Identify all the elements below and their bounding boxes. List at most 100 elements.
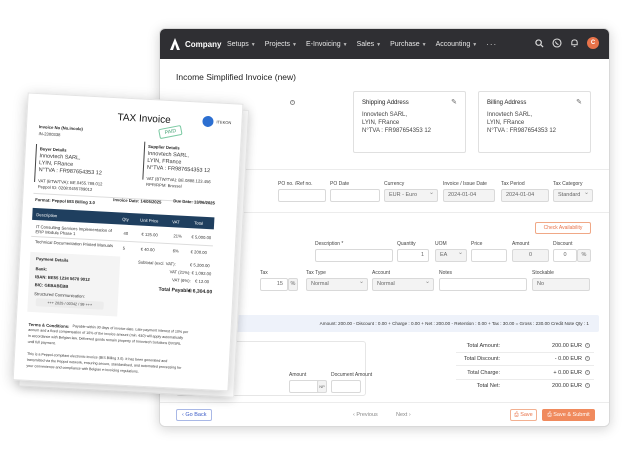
po-no-input[interactable] (278, 189, 326, 202)
nav-setups[interactable]: Setups ▼ (227, 41, 256, 48)
edit-pencil-icon[interactable]: ✎ (451, 98, 457, 106)
vat6-value: € 12.00 (194, 278, 210, 285)
total-discount-value: - 0.00 EUR (554, 356, 582, 362)
item-total: € 200.00 (190, 249, 208, 256)
divider (142, 141, 146, 180)
save-button[interactable]: ⎙ Save (510, 409, 537, 421)
check-availability-button[interactable]: Check Availability (535, 222, 591, 234)
col-total: Total (194, 220, 204, 226)
terms-line: until full payment. (27, 339, 56, 346)
stockable-label: Stockable (532, 270, 554, 276)
shipping-address-title: Shipping Address (362, 100, 409, 106)
supplier-details-label: Supplier Details (147, 143, 180, 151)
document-amount-input[interactable] (331, 380, 361, 393)
info-icon: i (585, 370, 590, 375)
amount-label: Amount (512, 241, 530, 247)
tax-input[interactable]: 15 (260, 278, 288, 291)
tax-type-select[interactable]: Normal (306, 278, 368, 291)
invoice-format: Format: Peppol BIS Billing 3.0 (35, 197, 95, 206)
chevron-down-icon: ▼ (472, 41, 478, 48)
document-amount-label: Document Amount (331, 372, 373, 378)
divider (456, 365, 594, 366)
invoice-date-input[interactable]: 2024-01-04 (443, 189, 495, 202)
uom-label: UOM (435, 241, 447, 247)
nav-e-invoicing[interactable]: E-Invoicing ▼ (306, 41, 348, 48)
nav-purchase[interactable]: Purchase ▼ (390, 41, 427, 48)
total-net-label: Total Net: (476, 383, 500, 389)
uom-select[interactable]: EA (435, 249, 467, 262)
paid-stamp: PAID (158, 124, 183, 140)
item-qty: 5 (122, 245, 126, 251)
nav-label: Purchase (390, 40, 420, 48)
go-back-button[interactable]: ‹ Go Back (176, 409, 213, 421)
total-discount-label: Total Discount: (463, 356, 500, 362)
total-amount-label: Total Amount: (466, 343, 500, 349)
tax-invoice-sheet: TAX Invoice PAID ITEKON Invoice No (No.i… (12, 92, 244, 392)
whatsapp-icon[interactable] (552, 38, 562, 48)
company-logo[interactable]: Company (170, 38, 227, 50)
logo-icon (170, 38, 180, 50)
shipping-address-card: Shipping Address ✎ Innovtech SARL, LYIN,… (353, 91, 466, 153)
billing-address-card: Billing Address ✎ Innovtech SARL, LYIN, … (478, 91, 591, 153)
tax-period-input[interactable]: 2024-01-04 (501, 189, 549, 202)
account-select[interactable]: Normal (372, 278, 434, 291)
price-input[interactable] (471, 249, 507, 262)
invoice-date: Invoice Date: 14/05/2025 (113, 197, 162, 205)
save-submit-label: Save & Submit (553, 412, 590, 418)
logo-text: ITEKON (216, 119, 232, 126)
billing-vat: N°TVA : FR987654353 12 (487, 128, 556, 134)
nav-label: Setups (227, 40, 249, 48)
col-description: Description (36, 212, 58, 219)
po-date-input[interactable] (330, 189, 380, 202)
description-label: Description * (315, 241, 344, 247)
vendor-logo: ITEKON (202, 115, 232, 128)
nav-label: Sales (356, 40, 375, 48)
save-and-submit-button[interactable]: ⎙ Save & Submit (542, 409, 595, 421)
invoice-no: IN-2300338 (38, 131, 61, 138)
user-avatar[interactable]: C (587, 37, 599, 49)
page-title: Income Simplified Invoice (new) (176, 72, 296, 82)
item-qty: 40 (123, 230, 129, 236)
shipping-company: Innovtech SARL, (362, 112, 408, 118)
account-label: Account (372, 270, 391, 276)
save-label: Save (520, 412, 533, 418)
nav-label: Accounting (435, 40, 471, 48)
amount-input[interactable]: 0 (512, 249, 549, 262)
nav-sales[interactable]: Sales ▼ (357, 41, 381, 48)
discount-label: Discount (553, 241, 573, 247)
tax-label: Tax (260, 270, 268, 276)
previous-button[interactable]: ‹ Previous (353, 412, 378, 418)
stockable-field[interactable]: No (532, 278, 590, 291)
description-input[interactable] (315, 249, 393, 262)
nav-projects[interactable]: Projects ▼ (265, 41, 297, 48)
top-navigation-bar: Company Setups ▼ Projects ▼ E-Invoicing ▼ S… (160, 29, 609, 59)
notes-label: Notes (439, 270, 453, 276)
po-no-label: PO no. /Ref no. (278, 181, 313, 187)
quantity-input[interactable]: 1 (397, 249, 429, 262)
discount-unit: % (577, 249, 591, 262)
tax-category-select[interactable]: Standard (553, 189, 593, 202)
currency-label: Currency (384, 181, 405, 187)
price-label: Price (471, 241, 483, 247)
amount-column-label: Amount (289, 372, 307, 378)
col-vat: VAT (172, 219, 180, 225)
search-icon[interactable] (535, 38, 544, 48)
tax-period-label: Tax Period (501, 181, 525, 187)
chevron-down-icon: ▼ (342, 41, 348, 48)
info-icon: i (585, 383, 590, 388)
billing-company: Innovtech SARL, (487, 112, 533, 118)
divider (456, 379, 594, 380)
currency-select[interactable]: EUR - Euro (384, 189, 438, 202)
tax-unit: % (288, 278, 298, 291)
next-button[interactable]: Next › (396, 412, 411, 418)
notes-input[interactable] (439, 278, 527, 291)
tax-type-label: Tax Type (306, 270, 326, 276)
bell-icon[interactable] (570, 38, 579, 48)
info-icon: i (585, 356, 590, 361)
edit-pencil-icon[interactable]: ✎ (576, 98, 582, 106)
nav-more-menu[interactable]: ··· (486, 40, 497, 49)
due-date: Due Date: 13/06/2025 (173, 198, 216, 206)
discount-input[interactable]: 0 (553, 249, 577, 262)
np-tag: NP (317, 380, 327, 393)
nav-accounting[interactable]: Accounting ▼ (436, 41, 478, 48)
